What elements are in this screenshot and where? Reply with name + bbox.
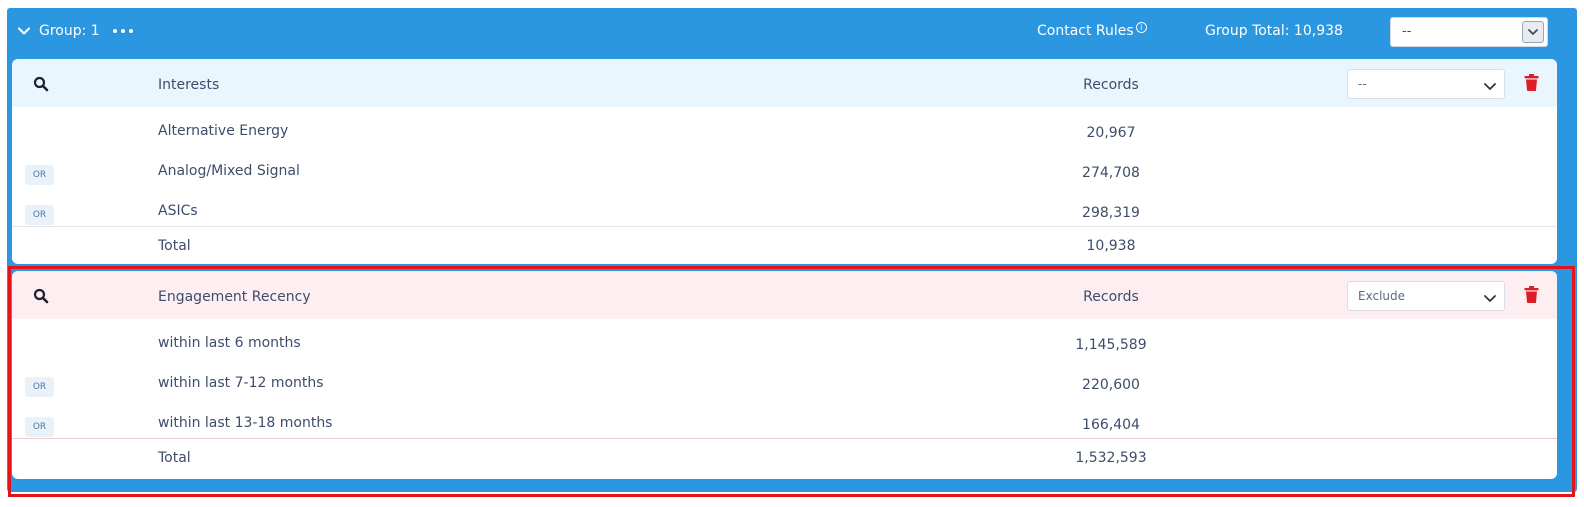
or-operator-badge[interactable]: OR xyxy=(25,417,54,437)
group-header: Group: 1 Contact Rules i Group Total: 10… xyxy=(7,8,1577,58)
chevron-down-icon xyxy=(1484,295,1496,302)
criteria-card-engagement-recency: Engagement Recency Records Exclude withi… xyxy=(12,271,1557,479)
trash-icon[interactable] xyxy=(1524,286,1539,303)
card-header: Engagement Recency Records Exclude xyxy=(12,271,1557,319)
group-title: Group: 1 xyxy=(39,23,100,39)
card-select-value: -- xyxy=(1358,77,1367,91)
or-operator-badge[interactable]: OR xyxy=(25,165,54,185)
card-title: Interests xyxy=(158,77,220,93)
item-records: 274,708 xyxy=(1082,165,1140,181)
item-name: ASICs xyxy=(158,203,198,219)
more-options-icon[interactable] xyxy=(113,23,133,39)
records-column-header: Records xyxy=(1083,77,1139,93)
item-name: Analog/Mixed Signal xyxy=(158,163,300,179)
group-collapse-toggle[interactable]: Group: 1 xyxy=(15,22,100,40)
total-label: Total xyxy=(158,238,191,254)
chevron-down-icon xyxy=(1528,29,1538,35)
search-icon[interactable] xyxy=(33,288,49,304)
list-item: Alternative Energy 20,967 xyxy=(12,115,1557,155)
contact-rules-link[interactable]: Contact Rules i xyxy=(1037,22,1147,39)
list-item: OR within last 7-12 months 220,600 xyxy=(12,367,1557,407)
total-records: 1,532,593 xyxy=(1075,450,1147,466)
search-icon[interactable] xyxy=(33,76,49,92)
criteria-group: Group: 1 Contact Rules i Group Total: 10… xyxy=(7,8,1577,492)
item-records: 20,967 xyxy=(1086,125,1136,141)
or-operator-badge[interactable]: OR xyxy=(25,205,54,225)
list-item: OR Analog/Mixed Signal 274,708 xyxy=(12,155,1557,195)
info-icon[interactable]: i xyxy=(1135,22,1147,33)
list-item: within last 6 months 1,145,589 xyxy=(12,327,1557,367)
group-total: Group Total: 10,938 xyxy=(1205,23,1343,39)
item-records: 220,600 xyxy=(1082,377,1140,393)
total-row: Total 1,532,593 xyxy=(12,438,1557,478)
item-records: 298,319 xyxy=(1082,205,1140,221)
records-column-header: Records xyxy=(1083,289,1139,305)
card-mode-select[interactable]: -- xyxy=(1347,69,1505,99)
contact-rules-label: Contact Rules xyxy=(1037,23,1134,39)
card-mode-select[interactable]: Exclude xyxy=(1347,281,1505,311)
item-records: 1,145,589 xyxy=(1075,337,1147,353)
trash-icon[interactable] xyxy=(1524,74,1539,91)
total-records: 10,938 xyxy=(1086,238,1136,254)
chevron-down-icon xyxy=(1484,83,1496,90)
item-records: 166,404 xyxy=(1082,417,1140,433)
total-row: Total 10,938 xyxy=(12,226,1557,264)
item-name: Alternative Energy xyxy=(158,123,289,139)
select-arrow xyxy=(1522,21,1544,43)
card-select-value: Exclude xyxy=(1358,289,1406,303)
criteria-card-interests: Interests Records -- Alternative Energy … xyxy=(12,59,1557,264)
group-select-value: -- xyxy=(1402,24,1412,39)
card-header: Interests Records -- xyxy=(12,59,1557,107)
chevron-down-icon xyxy=(18,27,30,35)
total-label: Total xyxy=(158,450,191,466)
or-operator-badge[interactable]: OR xyxy=(25,377,54,397)
item-name: within last 7-12 months xyxy=(158,375,324,391)
group-action-select[interactable]: -- xyxy=(1390,17,1548,47)
item-name: within last 6 months xyxy=(158,335,301,351)
item-name: within last 13-18 months xyxy=(158,415,333,431)
card-title: Engagement Recency xyxy=(158,289,311,305)
